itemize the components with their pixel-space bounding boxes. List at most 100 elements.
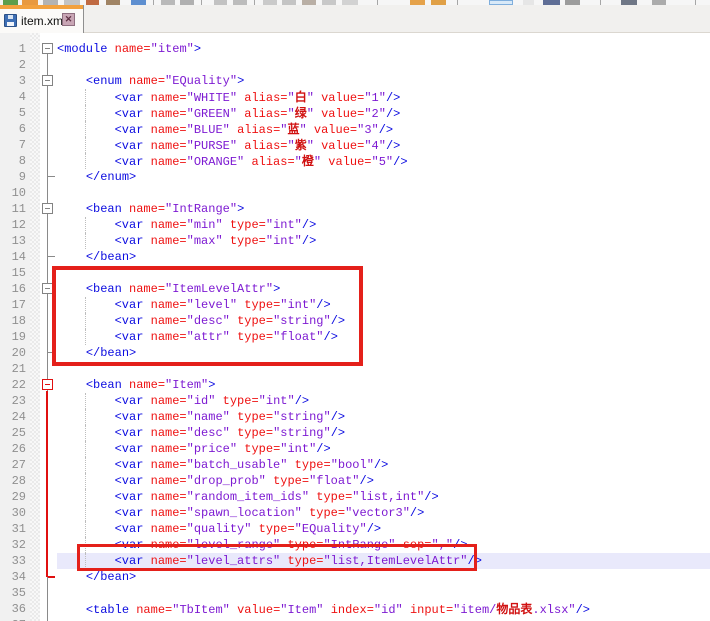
code-line: 28 <var name="drop_prob" type="float"/> <box>0 473 710 489</box>
code-text[interactable]: <bean name="IntRange"> <box>57 203 244 216</box>
code-line: 8 <var name="ORANGE" alias="橙" value="5"… <box>0 153 710 169</box>
line-number: 7 <box>0 138 26 152</box>
code-text[interactable]: <module name="item"> <box>57 43 201 56</box>
fold-collapse-icon[interactable] <box>42 75 53 86</box>
code-line: 35 <box>0 585 710 601</box>
code-text[interactable]: <var name="id" type="int"/> <box>57 395 309 408</box>
code-line: 11 <bean name="IntRange"> <box>0 201 710 217</box>
line-number: 18 <box>0 314 26 328</box>
line-number: 4 <box>0 90 26 104</box>
code-line: 3 <enum name="EQuality"> <box>0 73 710 89</box>
line-number: 23 <box>0 394 26 408</box>
code-line: 36 <table name="TbItem" value="Item" ind… <box>0 601 710 617</box>
line-number: 36 <box>0 602 26 616</box>
code-text[interactable]: <var name="WHITE" alias="白" value="1"/> <box>57 91 400 105</box>
line-number: 8 <box>0 154 26 168</box>
fold-collapse-icon[interactable] <box>42 203 53 214</box>
line-number: 33 <box>0 554 26 568</box>
code-text[interactable]: <var name="price" type="int"/> <box>57 443 331 456</box>
code-line: 34 </bean> <box>0 569 710 585</box>
code-text[interactable]: <var name="max" type="int"/> <box>57 235 316 248</box>
code-text[interactable]: <var name="name" type="string"/> <box>57 411 345 424</box>
code-text[interactable]: <var name="PURSE" alias="紫" value="4"/> <box>57 139 400 153</box>
fold-end-mark <box>48 576 55 578</box>
code-line: 27 <var name="batch_usable" type="bool"/… <box>0 457 710 473</box>
code-line: 9 </enum> <box>0 169 710 185</box>
code-text[interactable]: <var name="ORANGE" alias="橙" value="5"/> <box>57 155 408 169</box>
code-text[interactable]: <var name="min" type="int"/> <box>57 219 316 232</box>
code-text[interactable]: <enum name="EQuality"> <box>57 75 244 88</box>
annotation-rectangle <box>52 266 363 366</box>
line-number: 27 <box>0 458 26 472</box>
saved-floppy-icon <box>4 14 17 27</box>
line-number: 1 <box>0 42 26 56</box>
code-text[interactable]: </enum> <box>57 171 136 184</box>
code-text[interactable]: <var name="random_item_ids" type="list,i… <box>57 491 439 504</box>
line-number: 3 <box>0 74 26 88</box>
line-number: 28 <box>0 474 26 488</box>
code-line: 26 <var name="price" type="int"/> <box>0 441 710 457</box>
line-number: 26 <box>0 442 26 456</box>
fold-collapse-icon[interactable] <box>42 43 53 54</box>
code-line: 2 <box>0 57 710 73</box>
line-number: 20 <box>0 346 26 360</box>
code-line: 22 <bean name="Item"> <box>0 377 710 393</box>
tab-close-icon[interactable]: ✕ <box>62 13 75 26</box>
line-number: 15 <box>0 266 26 280</box>
code-line: 23 <var name="id" type="int"/> <box>0 393 710 409</box>
code-line: 31 <var name="quality" type="EQuality"/> <box>0 521 710 537</box>
code-text[interactable]: </bean> <box>57 571 136 584</box>
code-text[interactable]: <var name="BLUE" alias="蓝" value="3"/> <box>57 123 393 137</box>
tab-label: item.xml <box>21 14 66 28</box>
screen: item.xml ✕ 1<module name="item">23 <enum… <box>0 0 710 621</box>
code-text[interactable]: <table name="TbItem" value="Item" index=… <box>57 603 590 617</box>
fold-collapse-icon[interactable] <box>42 379 53 390</box>
code-text[interactable]: <bean name="Item"> <box>57 379 215 392</box>
code-line: 5 <var name="GREEN" alias="绿" value="2"/… <box>0 105 710 121</box>
code-line: 4 <var name="WHITE" alias="白" value="1"/… <box>0 89 710 105</box>
code-line: 10 <box>0 185 710 201</box>
line-number: 13 <box>0 234 26 248</box>
code-line: 30 <var name="spawn_location" type="vect… <box>0 505 710 521</box>
code-text[interactable]: <var name="batch_usable" type="bool"/> <box>57 459 388 472</box>
line-number: 30 <box>0 506 26 520</box>
tab-bar: item.xml ✕ <box>0 5 710 33</box>
code-text[interactable]: <var name="spawn_location" type="vector3… <box>57 507 424 520</box>
active-tab-accent <box>0 5 83 9</box>
line-number: 2 <box>0 58 26 72</box>
fold-end-mark <box>48 176 55 177</box>
line-number: 34 <box>0 570 26 584</box>
code-line: 7 <var name="PURSE" alias="紫" value="4"/… <box>0 137 710 153</box>
line-number: 16 <box>0 282 26 296</box>
line-number: 22 <box>0 378 26 392</box>
code-text[interactable]: </bean> <box>57 251 136 264</box>
line-number: 29 <box>0 490 26 504</box>
annotation-rectangle <box>77 544 477 571</box>
line-number: 5 <box>0 106 26 120</box>
line-number: 19 <box>0 330 26 344</box>
fold-end-mark <box>48 256 55 257</box>
code-line: 24 <var name="name" type="string"/> <box>0 409 710 425</box>
line-number: 25 <box>0 426 26 440</box>
code-text[interactable]: <var name="desc" type="string"/> <box>57 427 345 440</box>
line-number: 17 <box>0 298 26 312</box>
tab-item-xml[interactable]: item.xml ✕ <box>0 5 84 33</box>
line-number: 35 <box>0 586 26 600</box>
line-number: 32 <box>0 538 26 552</box>
code-text[interactable]: <var name="quality" type="EQuality"/> <box>57 523 381 536</box>
code-text[interactable]: <var name="GREEN" alias="绿" value="2"/> <box>57 107 400 121</box>
line-number: 12 <box>0 218 26 232</box>
line-number: 9 <box>0 170 26 184</box>
line-number: 24 <box>0 410 26 424</box>
line-number: 21 <box>0 362 26 376</box>
line-number: 10 <box>0 186 26 200</box>
line-number: 14 <box>0 250 26 264</box>
code-text[interactable]: <var name="drop_prob" type="float"/> <box>57 475 374 488</box>
code-line: 6 <var name="BLUE" alias="蓝" value="3"/> <box>0 121 710 137</box>
line-number: 11 <box>0 202 26 216</box>
code-line: 29 <var name="random_item_ids" type="lis… <box>0 489 710 505</box>
code-line: 13 <var name="max" type="int"/> <box>0 233 710 249</box>
code-line: 12 <var name="min" type="int"/> <box>0 217 710 233</box>
code-line: 1 <module name="item"> <box>0 41 710 57</box>
code-line: 14 </bean> <box>0 249 710 265</box>
